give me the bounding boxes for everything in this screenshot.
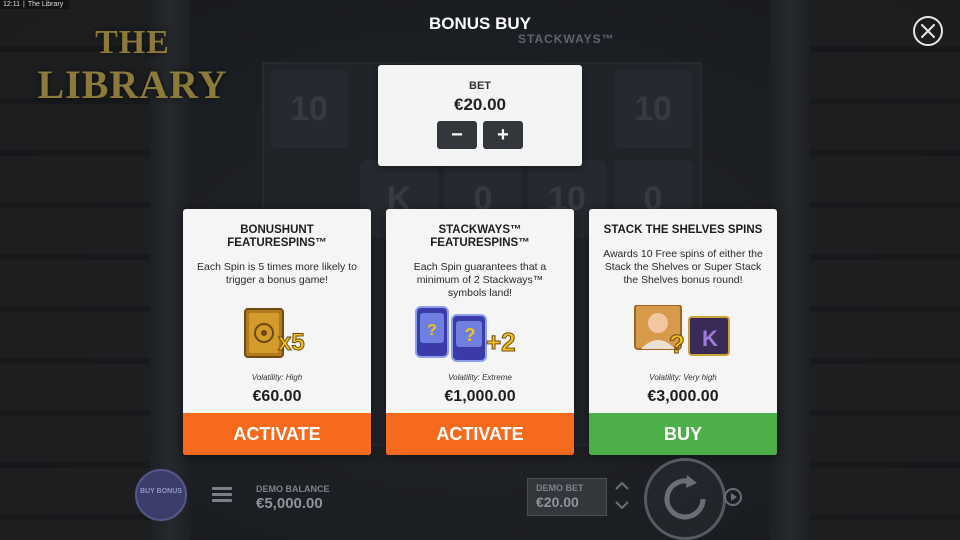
bonus-card-stack-the-shelves: STACK THE SHELVES SPINS Awards 10 Free s…	[589, 209, 777, 455]
card-price: €60.00	[252, 388, 302, 405]
autoplay-icon[interactable]	[723, 487, 743, 507]
buy-bonus-button[interactable]: BUY BONUS	[135, 469, 187, 521]
bonus-card-stackways: STACKWAYS™ FEATURESPINS™ Each Spin guara…	[386, 209, 574, 455]
demo-bet-label: DEMO BET	[536, 483, 584, 493]
activate-button[interactable]: ACTIVATE	[386, 413, 574, 455]
card-description: Each Spin guarantees that a minimum of 2…	[413, 261, 547, 299]
stackways-symbol-icon: ? ?	[415, 306, 487, 362]
bet-value: €20.00	[454, 95, 506, 114]
clock: 12:11	[3, 1, 20, 8]
card-art: x5	[183, 305, 371, 365]
k-symbol: K	[702, 326, 718, 351]
chevron-up-icon[interactable]	[614, 481, 630, 491]
logo-line-2: LIBRARY	[37, 62, 228, 107]
game-logo: THE LIBRARY	[30, 22, 235, 106]
volatility-label: Volatility: High	[251, 373, 303, 382]
book-icon	[244, 308, 284, 358]
spin-button[interactable]	[644, 458, 726, 540]
volatility-label: Volatility: Very high	[649, 373, 717, 382]
card-art: ? ? +2	[386, 305, 574, 365]
status-separator: |	[23, 1, 25, 8]
page-title: BONUS BUY	[428, 14, 531, 33]
card-price: €1,000.00	[444, 388, 516, 405]
demo-bet-value: €20.00	[536, 494, 579, 510]
card-title: STACK THE SHELVES SPINS	[603, 224, 763, 236]
window-title: The Library	[27, 1, 64, 8]
close-button[interactable]	[913, 16, 943, 46]
bonus-card-bonushunt: BONUSHUNT FEATURESPINS™ Each Spin is 5 t…	[183, 209, 371, 455]
demo-balance: DEMO BALANCE €5,000.00	[256, 484, 330, 512]
spin-icon	[664, 475, 706, 520]
bet-label: BET	[469, 80, 491, 92]
bet-controls: − +	[378, 121, 582, 149]
bet-panel: BET €20.00 − +	[378, 65, 582, 166]
card-price: €3,000.00	[647, 388, 719, 405]
buy-button[interactable]: BUY	[589, 413, 777, 455]
svg-text:?: ?	[465, 325, 476, 345]
decrease-bet-button[interactable]: −	[437, 121, 477, 149]
menu-icon[interactable]	[212, 487, 232, 505]
plus-two-badge: +2	[486, 327, 517, 358]
card-art: ? K	[589, 304, 777, 365]
svg-text:?: ?	[669, 329, 685, 359]
card-title: BONUSHUNT FEATURESPINS™	[227, 224, 327, 249]
demo-balance-label: DEMO BALANCE	[256, 484, 330, 494]
stackways-tag: STACKWAYS™	[518, 32, 615, 46]
demo-bet: DEMO BET €20.00	[527, 478, 607, 516]
chevron-down-icon[interactable]	[614, 500, 630, 510]
activate-button[interactable]: ACTIVATE	[183, 413, 371, 455]
character-portrait-icon: ?	[634, 304, 730, 360]
demo-balance-value: €5,000.00	[256, 495, 323, 512]
volatility-label: Volatility: Extreme	[448, 373, 512, 382]
increase-bet-button[interactable]: +	[483, 121, 523, 149]
multiplier-badge: x5	[278, 329, 306, 357]
svg-text:?: ?	[427, 322, 437, 339]
status-bar: 12:11 | The Library	[0, 0, 70, 9]
close-icon	[921, 24, 935, 38]
card-description: Awards 10 Free spins of either the Stack…	[603, 248, 763, 286]
card-title: STACKWAYS™ FEATURESPINS™	[430, 224, 530, 249]
card-description: Each Spin is 5 times more likely to trig…	[197, 261, 357, 286]
